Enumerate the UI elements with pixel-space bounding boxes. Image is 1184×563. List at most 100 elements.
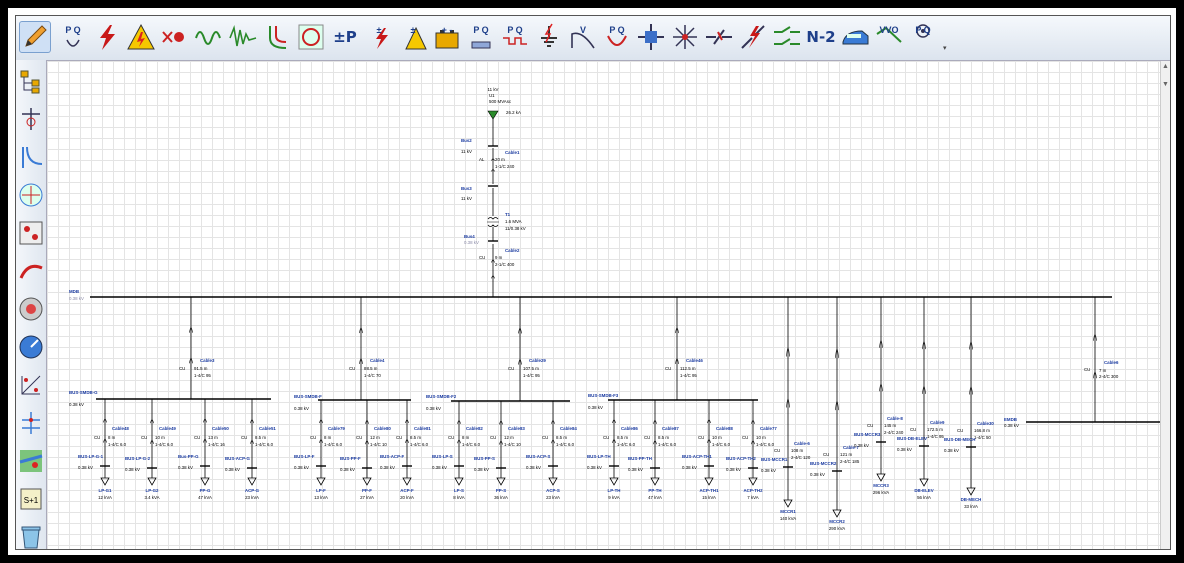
branch-size-label: 1-4/C 6.0: [410, 442, 429, 447]
load-lp-g1[interactable]: [100, 477, 110, 486]
battery-sizing-button[interactable]: + -: [431, 21, 463, 53]
mcc-size-label: 1-4/C 95: [927, 434, 944, 439]
voltage-stability-button[interactable]: V: [567, 21, 599, 53]
dc-load-flow-button[interactable]: ±P: [329, 21, 361, 53]
railway-button[interactable]: [839, 21, 871, 53]
one-line-diagram[interactable]: 11 kVU1500 MVAsc26.2 kABus211 kV Cable1AL…: [47, 61, 1161, 550]
one-line-diagram-canvas[interactable]: 11 kV U1 500 MVAsc 26.2 kA Bus2 11 kV Cable1 AL…: [47, 61, 1170, 550]
cable-derating-button[interactable]: [295, 21, 327, 53]
dashboard-button[interactable]: [17, 332, 45, 362]
distribution-view-button[interactable]: [17, 408, 45, 438]
branch-material-label: CU: [396, 435, 402, 440]
panel-icon: [21, 375, 41, 395]
branch-material-label: CU: [448, 435, 454, 440]
load-bus-voltage-label: 0.38 kV: [587, 465, 602, 470]
scroll-up-arrow-icon[interactable]: ▲: [1162, 63, 1169, 70]
load-acp-g[interactable]: [247, 477, 257, 486]
utility-source-icon[interactable]: [487, 110, 499, 120]
mcc-bus-voltage-label: 0.38 kV: [854, 443, 869, 448]
reliability-button[interactable]: P Q: [601, 21, 633, 53]
star-view-button[interactable]: [17, 142, 45, 172]
bus2-voltage-label: 11 kV: [461, 149, 472, 154]
edit-mode-button[interactable]: [19, 21, 51, 53]
load-lp-f[interactable]: [316, 477, 326, 486]
contingency-button[interactable]: [703, 21, 735, 53]
unbalanced-load-flow-button[interactable]: P Q: [465, 21, 497, 53]
load-lp-th[interactable]: [609, 477, 619, 486]
load-mccr2[interactable]: [832, 509, 842, 518]
mcc-bus-voltage-label: 0.38 kV: [897, 447, 912, 452]
branch-length-label: 8 m: [462, 435, 470, 440]
feeder-size-label: 1-4/C 95: [680, 373, 697, 378]
sequence-editor-button[interactable]: S+1: [17, 484, 45, 514]
recycle-bin-button[interactable]: [17, 522, 45, 549]
load-name-label: LP-F: [316, 488, 326, 493]
scroll-down-arrow-icon[interactable]: ▼: [1162, 81, 1169, 88]
motor-starting-button[interactable]: [159, 21, 191, 53]
grounding-grid-button[interactable]: [533, 21, 565, 53]
one-line-view-button[interactable]: [17, 104, 45, 134]
star-protection-icon: [269, 26, 287, 49]
load-mccr1[interactable]: [783, 499, 793, 508]
load-pp-s[interactable]: [496, 477, 506, 486]
branch-cable-label: Cable86: [621, 426, 638, 431]
panel-schedule-button[interactable]: [17, 370, 45, 400]
load-pp-th[interactable]: [650, 477, 660, 486]
dc-short-circuit-button[interactable]: ±: [363, 21, 395, 53]
load-db-mech[interactable]: [966, 487, 976, 496]
branch-material-label: CU: [490, 435, 496, 440]
load-pp-f[interactable]: [362, 477, 372, 486]
switch-sequence-button[interactable]: [771, 21, 803, 53]
mcc-cable-label: Cable-6: [794, 441, 810, 446]
fault-simulation-button[interactable]: [737, 21, 769, 53]
relay-test-button[interactable]: [669, 21, 701, 53]
mcc-kva-label: 56 kVA: [917, 495, 931, 500]
feeder-size-label: 1-4/C 95: [523, 373, 540, 378]
transient-stability-button[interactable]: [227, 21, 259, 53]
train-icon: [842, 30, 869, 45]
switching-sequence-button[interactable]: [635, 21, 667, 53]
load-lp-g2[interactable]: [147, 477, 157, 486]
branch-cable-label: Cable79: [328, 426, 345, 431]
project-tree-button[interactable]: [17, 66, 45, 96]
cable1-size-label: 1-1/C 240: [495, 164, 515, 169]
ground-grid-view-button[interactable]: [17, 180, 45, 210]
gis-map-button[interactable]: [17, 446, 45, 476]
mcc-kva-label: 290 kVA: [829, 526, 845, 531]
mcc-bus-voltage-label: 0.38 kV: [810, 472, 825, 477]
branch-cable-label: Cable49: [159, 426, 176, 431]
load-bus-label: BUS-ACP-G: [225, 456, 250, 461]
control-circuit-button[interactable]: [17, 218, 45, 248]
cable-3d-button[interactable]: [17, 294, 45, 324]
vertical-scrollbar[interactable]: ▲ ▼: [1160, 61, 1170, 549]
toolbar-overflow-icon[interactable]: ▾: [943, 44, 947, 52]
optimal-capacitor-button[interactable]: P Q: [907, 21, 939, 53]
mcc-cable-label: Cable9: [930, 420, 945, 425]
branch-size-label: 1-4/C 6.0: [155, 442, 174, 447]
load-acp-th1[interactable]: [704, 477, 714, 486]
load-acp-th2[interactable]: [748, 477, 758, 486]
branch-size-label: 1-4/C 16: [208, 442, 225, 447]
protective-device-coordination-button[interactable]: [261, 21, 293, 53]
mcc-name-label: MCCR2: [829, 519, 845, 524]
branch-cable-label: Cable80: [374, 426, 391, 431]
cable-pulling-button[interactable]: [17, 256, 45, 286]
load-pp-g[interactable]: [200, 477, 210, 486]
branch-cable-label: Cable50: [212, 426, 229, 431]
dc-arc-flash-button[interactable]: ±: [397, 21, 429, 53]
toolbar-label: P Q: [473, 25, 488, 35]
load-mccr3[interactable]: [876, 473, 886, 482]
load-acp-f[interactable]: [402, 477, 412, 486]
load-db-elev[interactable]: [919, 478, 929, 487]
n-minus-2-button[interactable]: N-2: [805, 21, 837, 53]
optimal-power-flow-button[interactable]: P Q: [499, 21, 531, 53]
volt-var-optimization-button[interactable]: VVO: [873, 21, 905, 53]
short-circuit-button[interactable]: [91, 21, 123, 53]
branch-size-label: 1-4/C 6.0: [462, 442, 481, 447]
harmonic-button[interactable]: [193, 21, 225, 53]
load-lp-s[interactable]: [454, 477, 464, 486]
load-acp-s[interactable]: [548, 477, 558, 486]
arc-flash-button[interactable]: [125, 21, 157, 53]
load-flow-button[interactable]: P Q: [57, 21, 89, 53]
load-kva-label: 47 kVA: [648, 495, 662, 500]
